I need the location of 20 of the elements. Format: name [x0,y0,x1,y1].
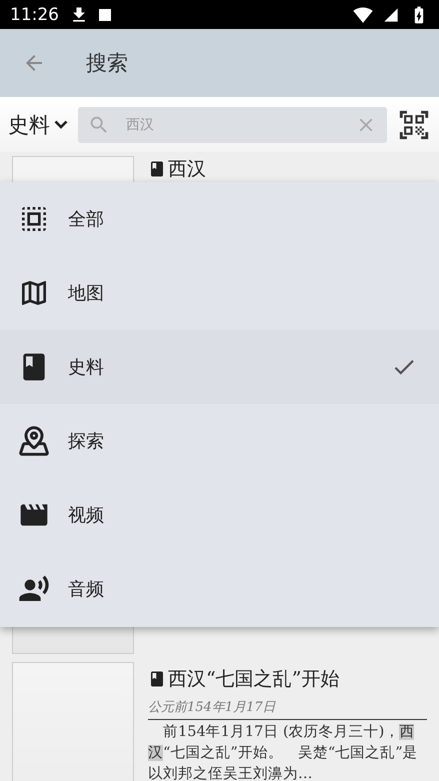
menu-item[interactable]: 全部 [0,182,439,256]
result-title[interactable]: 西汉 [168,156,206,182]
book-icon [148,160,166,178]
wifi-icon [353,4,373,24]
menu-item[interactable]: 探索 [0,404,439,478]
result-date: 公元前154年1月17日 [148,698,427,720]
page-title: 搜索 [86,50,128,77]
map-pin-icon [18,425,50,457]
category-dropdown[interactable]: 史料 [8,110,68,138]
result-title[interactable]: 西汉“七国之乱”开始 [168,666,340,692]
signal-icon [383,6,399,22]
book-icon [148,670,166,688]
caret-icon [54,120,68,129]
result-excerpt: 前154年1月17日 (农历冬月三十)，西汉“七国之乱”开始。 吴楚“七国之乱”是以刘邦之侄吴王刘濞为… [148,723,419,781]
notification-icon [99,8,111,20]
clock: 11:26 [10,4,59,24]
menu-item[interactable]: 史料 [0,330,439,404]
menu-item[interactable]: 视频 [0,478,439,552]
menu-item[interactable]: 音频 [0,552,439,626]
menu-item[interactable]: 地图 [0,256,439,330]
